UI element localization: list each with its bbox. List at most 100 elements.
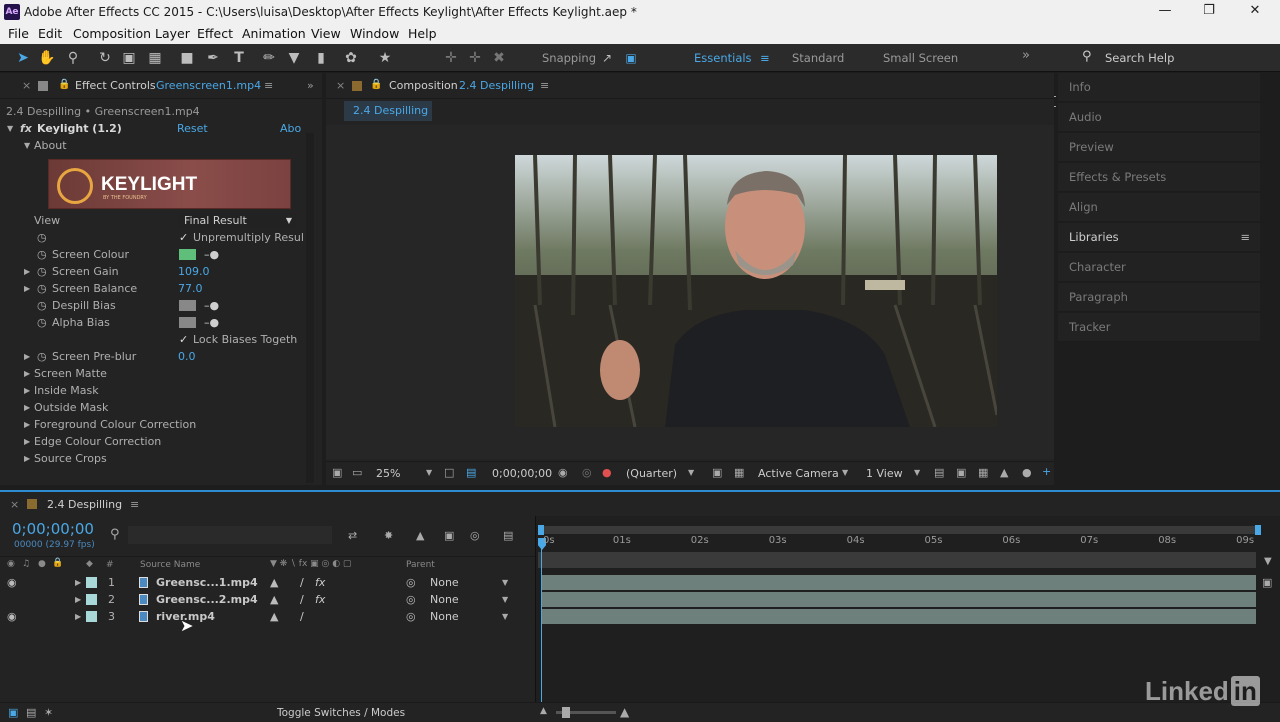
shy-icon[interactable]: ▲ [270,591,278,608]
comp-button-icon[interactable]: ▼ [1264,556,1272,567]
lock-icon[interactable]: 🔒 [52,558,63,568]
alpha-bias-swatch[interactable] [179,317,196,328]
pen-tool-icon[interactable]: ✒ [204,49,222,67]
label-color[interactable] [86,577,97,588]
zoom-dropdown[interactable]: 25% [376,467,400,480]
timeline-timecode[interactable]: 0;00;00;00 [12,520,94,538]
menu-effect[interactable]: Effect [197,26,233,41]
libraries-panel[interactable]: Libraries ≡ [1058,223,1260,252]
parent-dropdown[interactable]: None [430,608,459,625]
reset-link[interactable]: Reset [177,120,208,137]
show-snapshot-icon[interactable]: ◎ [582,466,592,479]
label-color[interactable] [86,594,97,605]
unpremultiply-checkbox[interactable]: ✓ [179,229,188,246]
paragraph-panel[interactable]: Paragraph [1058,283,1260,312]
zoom-out-icon[interactable]: ▲ [540,706,547,716]
menu-edit[interactable]: Edit [38,26,62,41]
stopwatch-icon[interactable]: ◷ [37,263,47,280]
preview-panel[interactable]: Preview [1058,133,1260,162]
audio-panel[interactable]: Audio [1058,103,1260,132]
stopwatch-icon[interactable]: ◷ [37,280,47,297]
lock-icon[interactable]: 🔒 [58,79,70,90]
eyedropper-icon[interactable]: –● [204,314,219,331]
brush-tool-icon[interactable]: ✏ [260,49,278,67]
shy-icon[interactable]: ▲ [270,608,278,625]
composition-tab[interactable]: Composition [389,79,458,92]
pickwhip-icon[interactable]: ◎ [406,608,416,625]
parent-dropdown[interactable]: None [430,591,459,608]
menu-composition[interactable]: Composition [73,26,151,41]
timing-icon[interactable]: ✶ [44,706,53,719]
screen-balance-value[interactable]: 77.0 [178,280,203,297]
always-preview-icon[interactable]: ▣ [332,466,342,479]
search-icon[interactable]: ⚲ [1082,49,1092,64]
chevron-down-icon[interactable]: ▼ [688,468,694,477]
roi-icon[interactable]: ▣ [712,466,722,479]
panel-menu-icon[interactable]: ≡ [540,79,549,92]
shy-icon[interactable]: ▲ [270,574,278,591]
workspace-menu-icon[interactable]: ≡ [760,51,770,65]
workspace-essentials[interactable]: Essentials [694,51,752,65]
layer-name[interactable]: Greensc...1.mp4 [156,574,258,591]
eraser-tool-icon[interactable]: ▮ [312,49,330,67]
layer-bar-3[interactable] [542,609,1256,624]
comp-timecode[interactable]: 0;00;00;00 [492,467,552,480]
camera-tool-icon[interactable]: ▣ [120,49,138,67]
toggle-switches-modes[interactable]: Toggle Switches / Modes [277,707,405,719]
panel-expand-icon[interactable]: » [307,79,314,92]
composition-viewer[interactable] [326,125,1054,459]
solo-icon[interactable]: ● [38,559,46,569]
zoom-toggle-icon[interactable]: ▣ [1262,576,1272,589]
composition-name[interactable]: 2.4 Despilling [459,79,534,92]
fx-icon[interactable]: fx [20,120,32,137]
close-tab-icon[interactable]: × [336,79,345,92]
effects-presets-panel[interactable]: Effects & Presets [1058,163,1260,192]
menu-view[interactable]: View [311,26,341,41]
col-source-name[interactable]: Source Name [140,560,200,570]
close-button[interactable]: ✕ [1240,3,1270,18]
eyedropper-icon[interactable]: –● [204,297,219,314]
search-help-field[interactable]: Search Help [1105,51,1174,65]
comp-sub-tab[interactable]: 2.4 Despilling [344,101,432,121]
draft-3d-icon[interactable]: ✸ [384,529,393,542]
group-source-crops[interactable]: ▶ Source Crops [0,450,320,467]
audio-icon[interactable]: ♫ [22,559,30,569]
layer-bar-2[interactable] [542,592,1256,607]
flowchart-icon[interactable]: ▲ [1000,466,1008,479]
camera-dropdown[interactable]: Active Camera [758,467,839,480]
graph-editor-icon[interactable]: ▤ [503,529,513,542]
label-icon[interactable]: ◆ [86,559,93,569]
transparency-grid-icon[interactable]: ▦ [734,466,744,479]
pan-behind-tool-icon[interactable]: ▦ [146,49,164,67]
fx-icon[interactable]: fx [315,574,325,591]
zoom-in-icon[interactable]: ▲ [620,705,629,719]
channel-icon[interactable]: ● [602,466,612,479]
align-panel[interactable]: Align [1058,193,1260,222]
effect-controls-tab[interactable]: Effect Controls [75,79,156,92]
transfer-controls-icon[interactable]: ▤ [26,706,36,719]
clone-stamp-tool-icon[interactable]: ▼ [285,49,303,67]
lock-icon[interactable]: 🔒 [370,79,382,90]
puppet-pin-tool-icon[interactable]: ★ [376,49,394,67]
views-dropdown[interactable]: 1 View [866,467,903,480]
rectangle-tool-icon[interactable]: ■ [178,49,196,67]
group-screen-matte[interactable]: ▶ Screen Matte [0,365,320,382]
despill-bias-swatch[interactable] [179,300,196,311]
stopwatch-icon[interactable]: ◷ [37,314,47,331]
resolution-dropdown[interactable]: (Quarter) [626,467,677,480]
timeline-tab[interactable]: 2.4 Despilling [47,498,122,511]
effect-controls-file[interactable]: Greenscreen1.mp4 [156,79,261,92]
layer-row-1[interactable]: ◉ ▶ 1 Greensc...1.mp4 ▲ ∕ fx ◎ None ▼ [0,574,535,591]
menu-animation[interactable]: Animation [242,26,306,41]
quality-icon[interactable]: ∕ [300,574,304,591]
layer-row-2[interactable]: ▶ 2 Greensc...2.mp4 ▲ ∕ fx ◎ None ▼ [0,591,535,608]
toggle-pixel-aspect-icon[interactable]: ▤ [934,466,944,479]
restore-button[interactable]: ❐ [1194,3,1224,18]
fx-icon[interactable]: fx [315,591,325,608]
region-icon[interactable]: ▤ [466,466,476,479]
search-icon[interactable]: ⚲ [110,527,120,542]
layer-bar-1[interactable] [542,575,1256,590]
fast-previews-icon[interactable]: ▣ [956,466,966,479]
monitor-icon[interactable]: ▭ [352,466,362,479]
minimize-button[interactable]: — [1150,3,1180,18]
